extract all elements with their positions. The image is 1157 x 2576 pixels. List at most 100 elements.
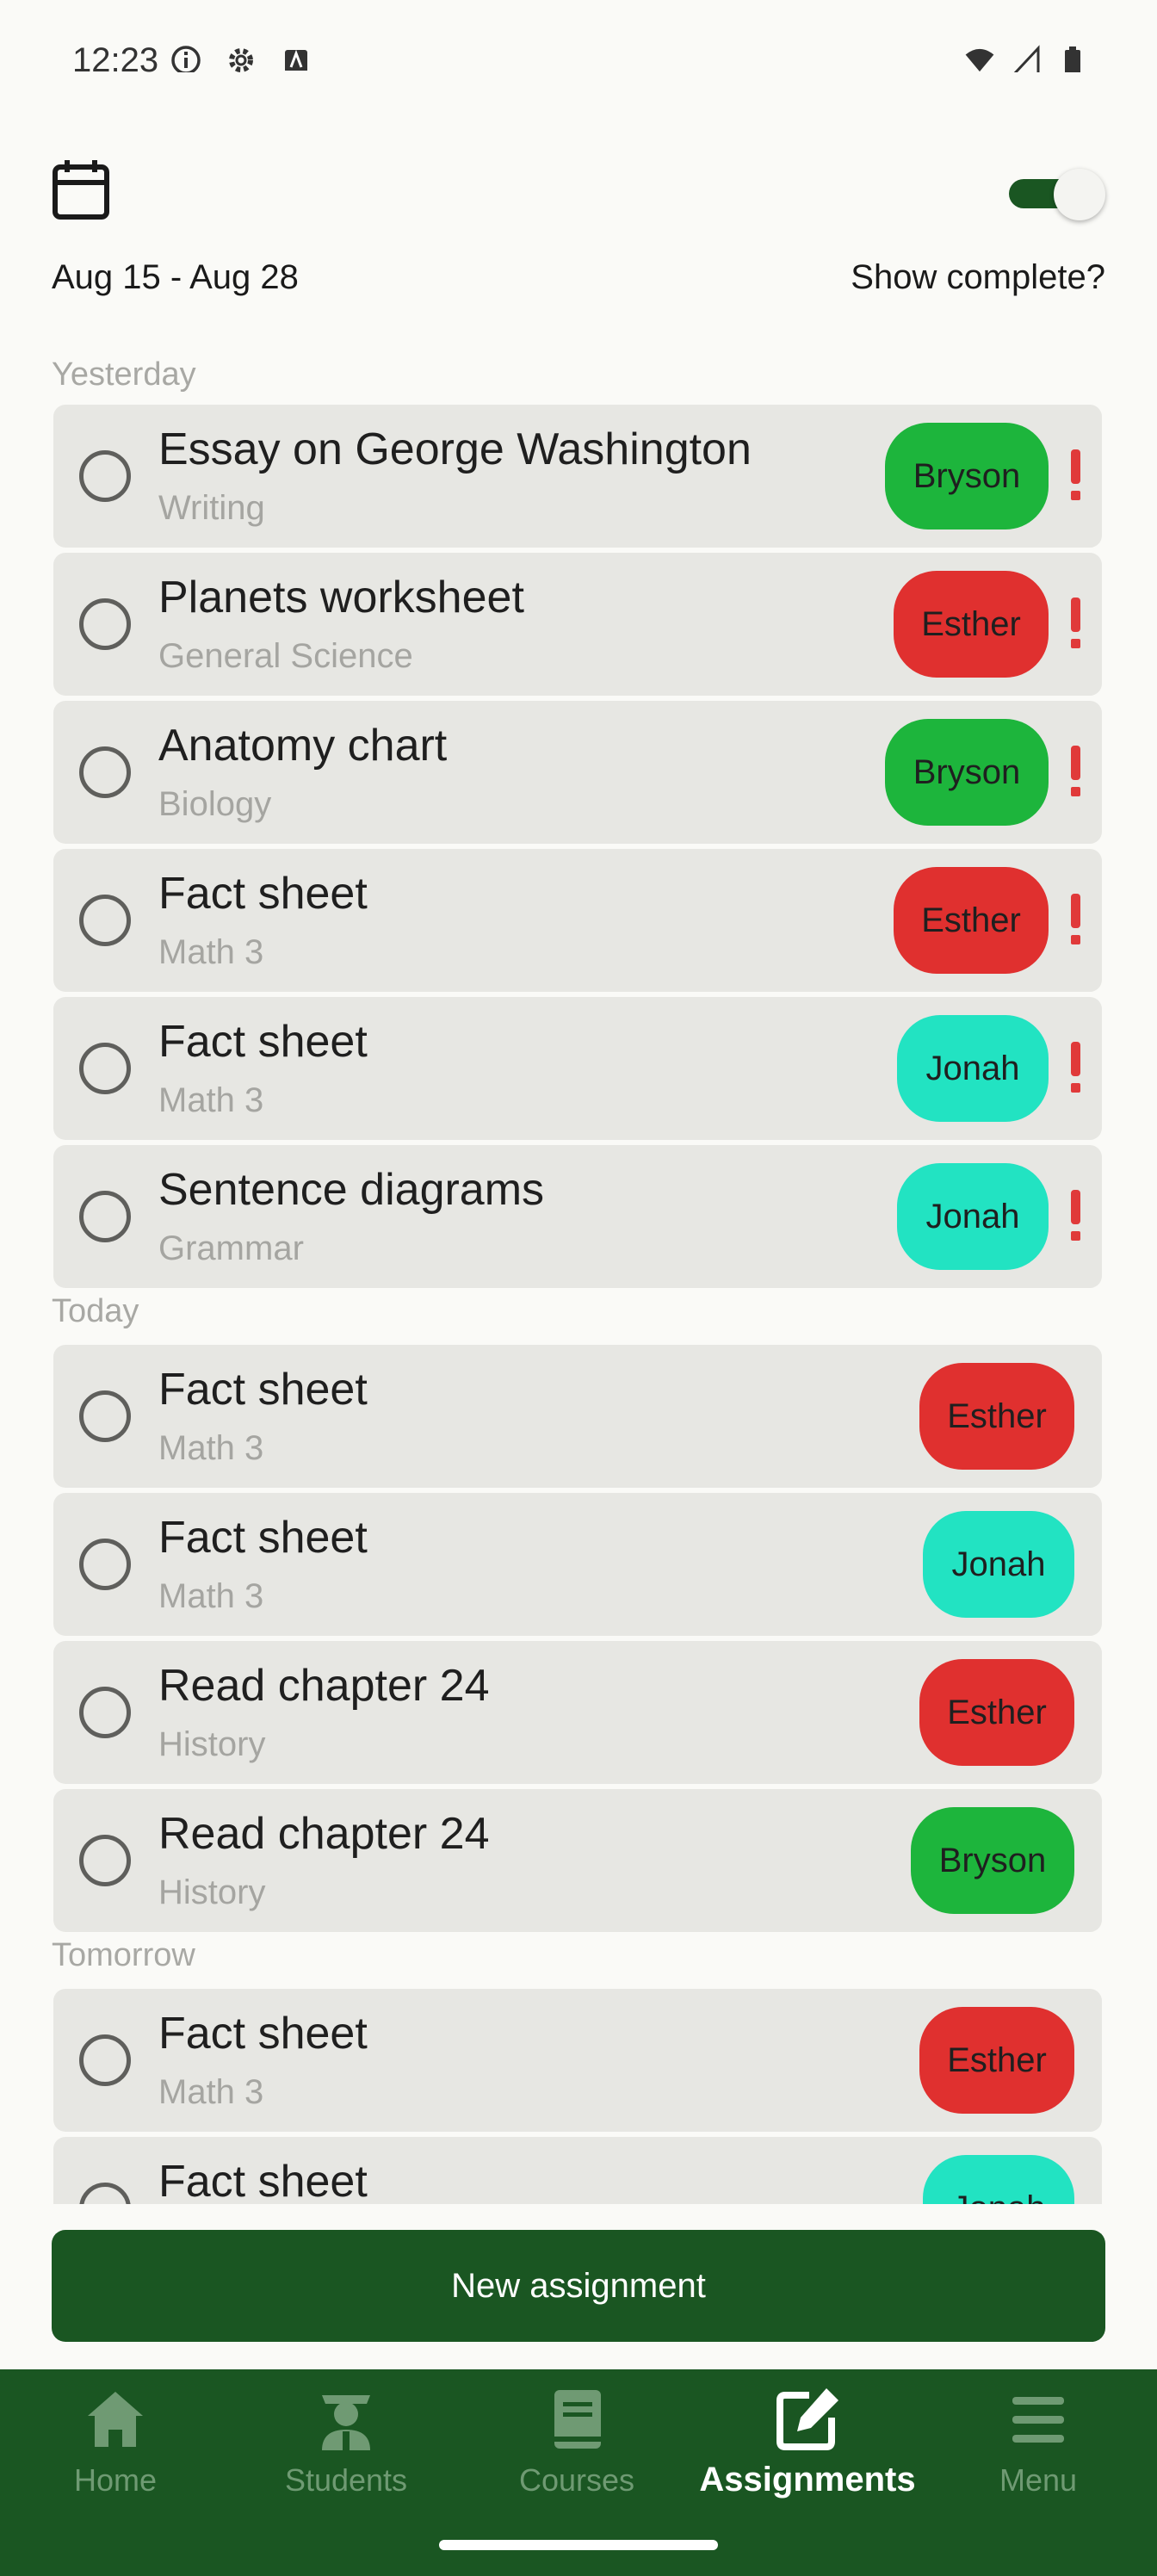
assignment-title: Fact sheet <box>158 2009 368 2059</box>
info-icon <box>170 45 201 72</box>
student-chip[interactable]: Jonah <box>923 1511 1074 1618</box>
overdue-alert-icon <box>1067 449 1085 503</box>
nav-home[interactable]: Home <box>0 2369 231 2516</box>
overdue-alert-icon <box>1067 746 1085 799</box>
student-chip[interactable]: Bryson <box>885 719 1049 826</box>
nav-assignments[interactable]: Assignments <box>692 2369 923 2516</box>
status-icons-left <box>170 45 312 72</box>
status-icons-right <box>964 45 1088 72</box>
complete-checkbox[interactable] <box>79 1390 131 1442</box>
assignment-course: Biology <box>158 785 272 823</box>
keyboard-a-icon <box>281 45 312 72</box>
students-icon <box>322 2395 370 2450</box>
date-range: Aug 15 - Aug 28 <box>52 258 299 296</box>
assignment-title: Read chapter 24 <box>158 1809 490 1859</box>
status-bar: 12:23 <box>0 0 1157 86</box>
complete-checkbox[interactable] <box>79 1191 131 1242</box>
show-complete-toggle[interactable] <box>1002 167 1105 220</box>
complete-checkbox[interactable] <box>79 450 131 502</box>
complete-checkbox[interactable] <box>79 895 131 946</box>
student-chip[interactable]: Jonah <box>923 2155 1074 2204</box>
assignment-title: Planets worksheet <box>158 573 524 622</box>
student-chip[interactable]: Esther <box>894 571 1049 678</box>
complete-checkbox[interactable] <box>79 1539 131 1590</box>
edit-icon <box>776 2388 838 2450</box>
overdue-alert-icon <box>1067 598 1085 651</box>
section-label: Today <box>52 1293 139 1329</box>
complete-checkbox[interactable] <box>79 746 131 798</box>
overdue-alert-icon <box>1067 894 1085 947</box>
header: Aug 15 - Aug 28 Show complete? <box>52 155 1105 310</box>
assignment-item[interactable]: Read chapter 24 History Esther <box>53 1641 1102 1784</box>
student-chip[interactable]: Jonah <box>897 1163 1049 1270</box>
assignment-title: Fact sheet <box>158 869 368 919</box>
nav-assignments-label: Assignments <box>699 2461 916 2499</box>
assignment-title: Fact sheet <box>158 1513 368 1563</box>
assignment-title: Sentence diagrams <box>158 1165 545 1215</box>
assignment-item[interactable]: Fact sheet Math 3 Jonah <box>53 997 1102 1140</box>
assignment-item[interactable]: Essay on George Washington Writing Bryson <box>53 405 1102 548</box>
overdue-alert-icon <box>1067 1042 1085 1095</box>
assignment-item[interactable]: Fact sheet Math 3 Esther <box>53 1345 1102 1488</box>
assignment-course: Math 3 <box>158 1081 264 1119</box>
student-chip[interactable]: Esther <box>919 1363 1074 1470</box>
student-chip[interactable]: Esther <box>919 1659 1074 1766</box>
assignment-title: Fact sheet <box>158 1365 368 1415</box>
cell-signal-icon <box>1011 45 1042 72</box>
assignment-list[interactable]: Yesterday Essay on George Washington Writi… <box>0 344 1157 2204</box>
menu-icon <box>1012 2397 1064 2443</box>
calendar-icon <box>53 160 109 220</box>
show-complete-label: Show complete? <box>851 258 1105 296</box>
assignment-course: Math 3 <box>158 1577 264 1615</box>
battery-icon <box>1057 45 1088 72</box>
complete-checkbox[interactable] <box>79 2183 131 2204</box>
nav-courses-label: Courses <box>518 2462 635 2498</box>
assignment-course: Math 3 <box>158 933 264 971</box>
student-chip[interactable]: Esther <box>919 2007 1074 2114</box>
assignment-course: Math 3 <box>158 2073 264 2111</box>
nav-menu-label: Menu <box>999 2462 1078 2498</box>
complete-checkbox[interactable] <box>79 1043 131 1094</box>
nav-students[interactable]: Students <box>231 2369 461 2516</box>
assignment-title: Essay on George Washington <box>158 424 752 474</box>
assignment-item[interactable]: Fact sheet Math 3 Esther <box>53 1989 1102 2132</box>
assignment-item[interactable]: Anatomy chart Biology Bryson <box>53 701 1102 844</box>
toggle-knob <box>1054 169 1105 220</box>
calendar-button[interactable] <box>52 158 110 220</box>
assignment-course: Math 3 <box>158 1429 264 1467</box>
settings-gear-icon <box>226 45 257 72</box>
book-icon <box>554 2390 601 2449</box>
assignment-course: Writing <box>158 489 265 527</box>
complete-checkbox[interactable] <box>79 1687 131 1738</box>
home-indicator <box>439 2540 718 2550</box>
status-time: 12:23 <box>72 43 159 76</box>
section-label: Tomorrow <box>52 1937 195 1973</box>
student-chip[interactable]: Jonah <box>897 1015 1049 1122</box>
assignment-item[interactable]: Planets worksheet General Science Esther <box>53 553 1102 696</box>
student-chip[interactable]: Esther <box>894 867 1049 974</box>
assignment-title: Fact sheet <box>158 1017 368 1067</box>
student-chip[interactable]: Bryson <box>885 423 1049 529</box>
assignment-item[interactable]: Fact sheet Math 3 Jonah <box>53 1493 1102 1636</box>
assignment-title: Read chapter 24 <box>158 1661 490 1711</box>
complete-checkbox[interactable] <box>79 598 131 650</box>
assignment-course: General Science <box>158 637 413 675</box>
nav-menu[interactable]: Menu <box>923 2369 1154 2516</box>
nav-courses[interactable]: Courses <box>461 2369 692 2516</box>
wifi-icon <box>964 45 995 72</box>
nav-home-label: Home <box>73 2462 158 2498</box>
assignment-item[interactable]: Fact sheet Math 3 Esther <box>53 849 1102 992</box>
assignment-title: Anatomy chart <box>158 721 448 771</box>
complete-checkbox[interactable] <box>79 1835 131 1886</box>
complete-checkbox[interactable] <box>79 2034 131 2086</box>
student-chip[interactable]: Bryson <box>911 1807 1074 1914</box>
assignment-course: History <box>158 1725 266 1763</box>
nav-students-label: Students <box>284 2462 408 2498</box>
assignment-course: Grammar <box>158 1229 304 1267</box>
assignment-item[interactable]: Fact sheetMath 3Jonah <box>53 2137 1102 2204</box>
assignment-item[interactable]: Read chapter 24 History Bryson <box>53 1789 1102 1932</box>
assignment-item[interactable]: Sentence diagrams Grammar Jonah <box>53 1145 1102 1288</box>
assignment-course: History <box>158 1873 266 1911</box>
section-label: Yesterday <box>52 356 196 393</box>
new-assignment-button[interactable]: New assignment <box>52 2230 1105 2342</box>
